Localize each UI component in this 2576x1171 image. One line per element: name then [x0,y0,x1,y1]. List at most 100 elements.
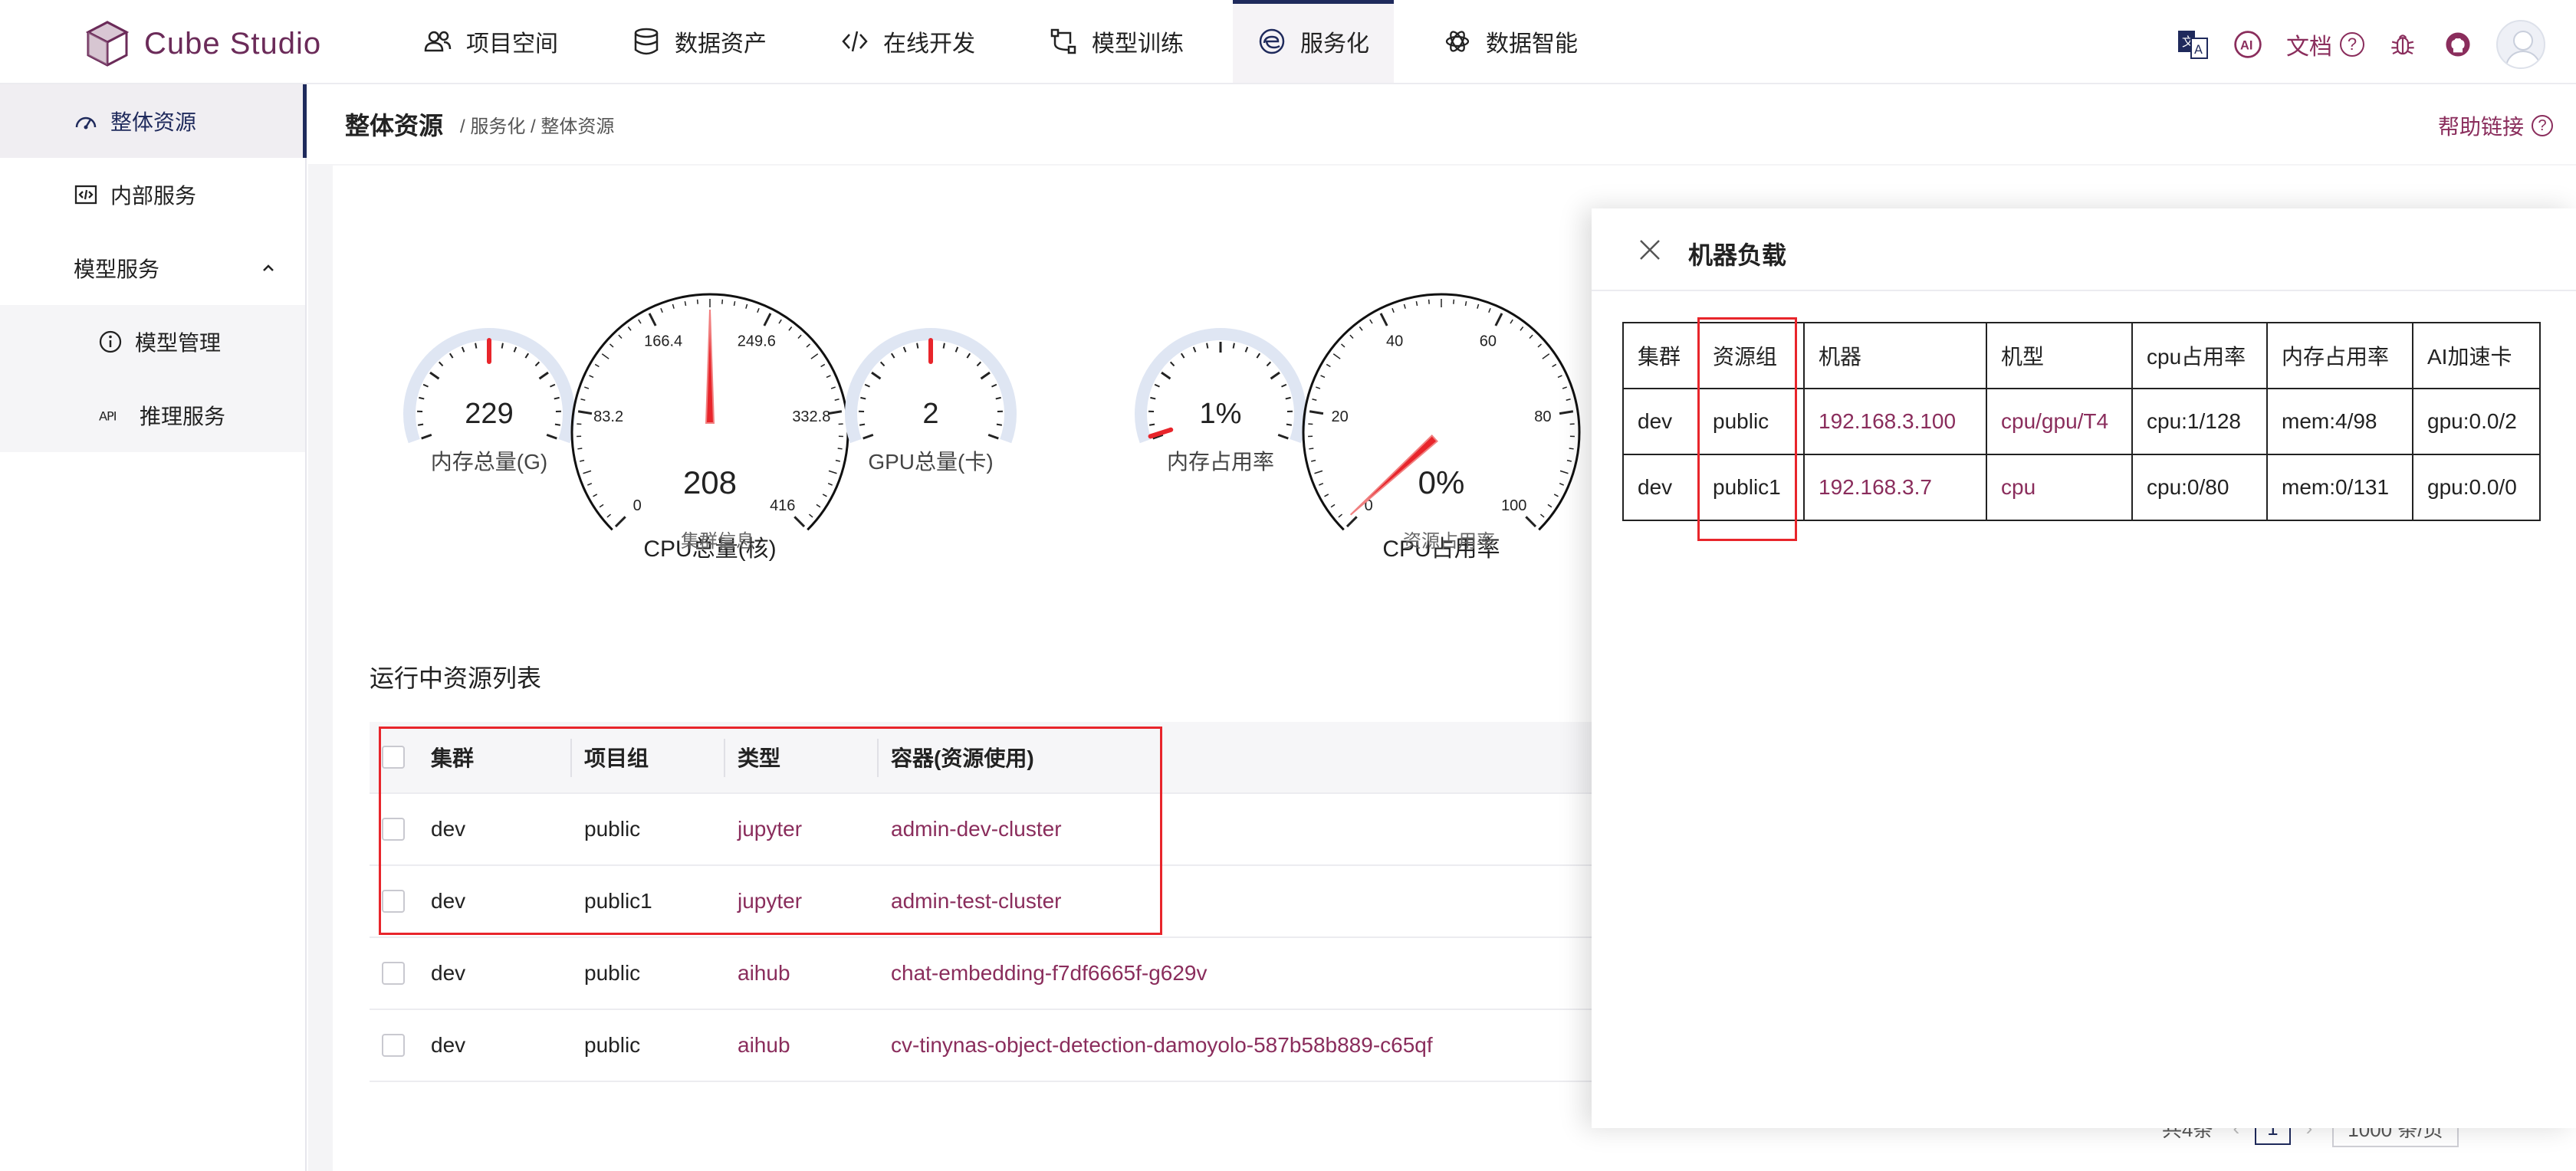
memory-usage-gauge-tick [1192,346,1197,353]
cpu-usage-gauge-tick [1359,326,1363,331]
nav-label: 数据智能 [1486,31,1578,57]
info-icon [99,330,122,353]
close-icon[interactable] [1636,236,1664,264]
cpu-total-gauge-tick [834,399,840,401]
help-link-label: 帮助链接 [2437,115,2524,139]
cpu-total-gauge-tick [648,313,657,326]
memory-total-gauge-tick [475,343,478,349]
cpu-total-gauge-tick-label: 83.2 [593,408,623,425]
cpu-usage-gauge-tick [1562,386,1567,389]
svg-text:A: A [2194,42,2203,57]
sidebar-item-model-management[interactable]: 模型管理 [0,305,305,379]
sidebar-item-internal-services[interactable]: 内部服务 [0,158,305,231]
cell-type-link[interactable]: aihub [738,961,790,986]
memory-usage-gauge-value: 1% [1200,398,1242,430]
sidebar-item-overall-resources[interactable]: 整体资源 [0,84,307,158]
cpu-total-gauge-tick [797,334,802,339]
cpu-total-gauge-tick-label: 332.8 [792,408,830,425]
memory-total-gauge-tick [461,346,465,353]
sidebar-item-inference-service[interactable]: API 推理服务 [0,379,305,452]
memory-total-gauge-tick [429,371,440,380]
cell-cpu-usage: cpu:0/80 [2131,454,2268,521]
translate-icon[interactable]: 文A [2176,28,2210,61]
nav-label: 服务化 [1300,31,1369,57]
workflow-icon [1050,28,1076,54]
cube-logo-icon [86,21,129,67]
cpu-total-gauge-tick [672,303,675,309]
cpu-usage-gauge-tick [1403,303,1406,309]
memory-total-gauge-tick [419,396,425,400]
cpu-total-gauge-tick [627,326,632,331]
gpu-total-gauge-tick [976,361,982,367]
cpu-usage-gauge-tick [1369,319,1373,324]
sidebar-item-label: 整体资源 [110,110,197,134]
cell-machine-type-link[interactable]: cpu [1986,454,2133,521]
memory-total-gauge-tick [524,353,530,359]
nav-online-dev[interactable]: 在线开发 [816,0,1000,83]
gpu-total-gauge-tick [980,371,991,380]
cpu-usage-gauge-value: 0% [1418,464,1465,500]
cell-machine-type-link[interactable]: cpu/gpu/T4 [1986,388,2133,455]
logo[interactable]: Cube Studio [86,20,321,67]
nav-project-space[interactable]: 项目空间 [399,0,583,83]
gpu-total-gauge-tick [863,433,874,440]
cell-type-link[interactable]: aihub [738,1033,790,1058]
cpu-usage-gauge-tick [1553,494,1559,497]
cell-container-link[interactable]: cv-tinynas-object-detection-damoyolo-587… [891,1033,1433,1058]
row-checkbox[interactable] [382,962,405,985]
cpu-total-gauge-tick [788,326,793,331]
row-checkbox[interactable] [382,1034,405,1057]
cpu-usage-gauge-tick [1316,386,1321,389]
docs-label: 文档 [2286,34,2332,60]
cpu-total-gauge-tick [757,307,760,313]
page-titlebar: 整体资源 / 服务化 / 整体资源 帮助链接 ? [308,84,2576,164]
cpu-total-gauge-tick [577,448,583,450]
memory-usage-gauge-label: 内存占用率 [1167,450,1274,474]
cell-machine-link[interactable]: 192.168.3.7 [1803,454,1987,521]
cpu-usage-gauge-tick [1557,375,1562,379]
help-link[interactable]: 帮助链接 ? [2438,110,2553,141]
code-window-icon [74,185,97,205]
highlight-box-running-rows [379,727,1162,935]
cpu-total-gauge-tick [638,319,642,324]
gpu-total-gauge-tick [942,343,945,349]
github-icon[interactable] [2441,28,2475,61]
bug-icon[interactable] [2386,28,2420,61]
cpu-usage-gauge-tick-label: 60 [1480,333,1497,350]
gpu-total-gauge-tick [879,361,886,367]
breadcrumb: / 服务化 / 整体资源 [460,116,615,137]
cpu-total-gauge-tick [794,516,806,528]
docs-link[interactable]: 文档 ? [2286,28,2364,61]
highlight-box-resource-group-column [1697,317,1797,541]
cell-container-link[interactable]: chat-embedding-f7df6665f-g629v [891,961,1208,986]
cpu-total-gauge-tick [593,494,598,497]
memory-total-gauge-tick [513,346,518,353]
cpu-usage-gauge-tick [1559,410,1574,415]
cell-gpu-usage: gpu:0.0/0 [2412,454,2541,521]
running-list-title: 运行中资源列表 [370,664,542,692]
gpu-total-gauge-tick [955,346,959,353]
column-header: 机型 [1986,322,2133,389]
usage-caption: 资源占用率 [1403,531,1495,552]
nav-data-assets[interactable]: 数据资产 [607,0,791,83]
edge-icon [1259,28,1285,54]
nav-serving[interactable]: 服务化 [1233,0,1394,83]
code-icon [842,31,868,52]
cpu-usage-gauge-tick [1566,399,1571,401]
nav-model-training[interactable]: 模型训练 [1024,0,1208,83]
user-avatar[interactable] [2496,20,2545,69]
nav-data-intelligence[interactable]: 数据智能 [1418,0,1602,83]
cell-gpu-usage: gpu:0.0/2 [2412,388,2541,455]
memory-usage-gauge-tick [1270,371,1280,380]
gpu-total-gauge-tick [966,353,971,359]
memory-usage-gauge-tick [1150,396,1156,400]
cpu-usage-gauge-tick [1324,494,1329,497]
cell-machine-link[interactable]: 192.168.3.100 [1803,388,1987,455]
memory-total-gauge-tick [449,353,454,359]
cpu-total-gauge-tick [822,494,827,497]
cpu-total-gauge-tick [599,503,604,508]
sidebar-group-model-services[interactable]: 模型服务 [0,231,305,305]
memory-usage-gauge-tick [1256,353,1261,359]
ai-assistant-icon[interactable]: AI [2231,28,2265,61]
memory-total-gauge-tick [538,371,549,380]
